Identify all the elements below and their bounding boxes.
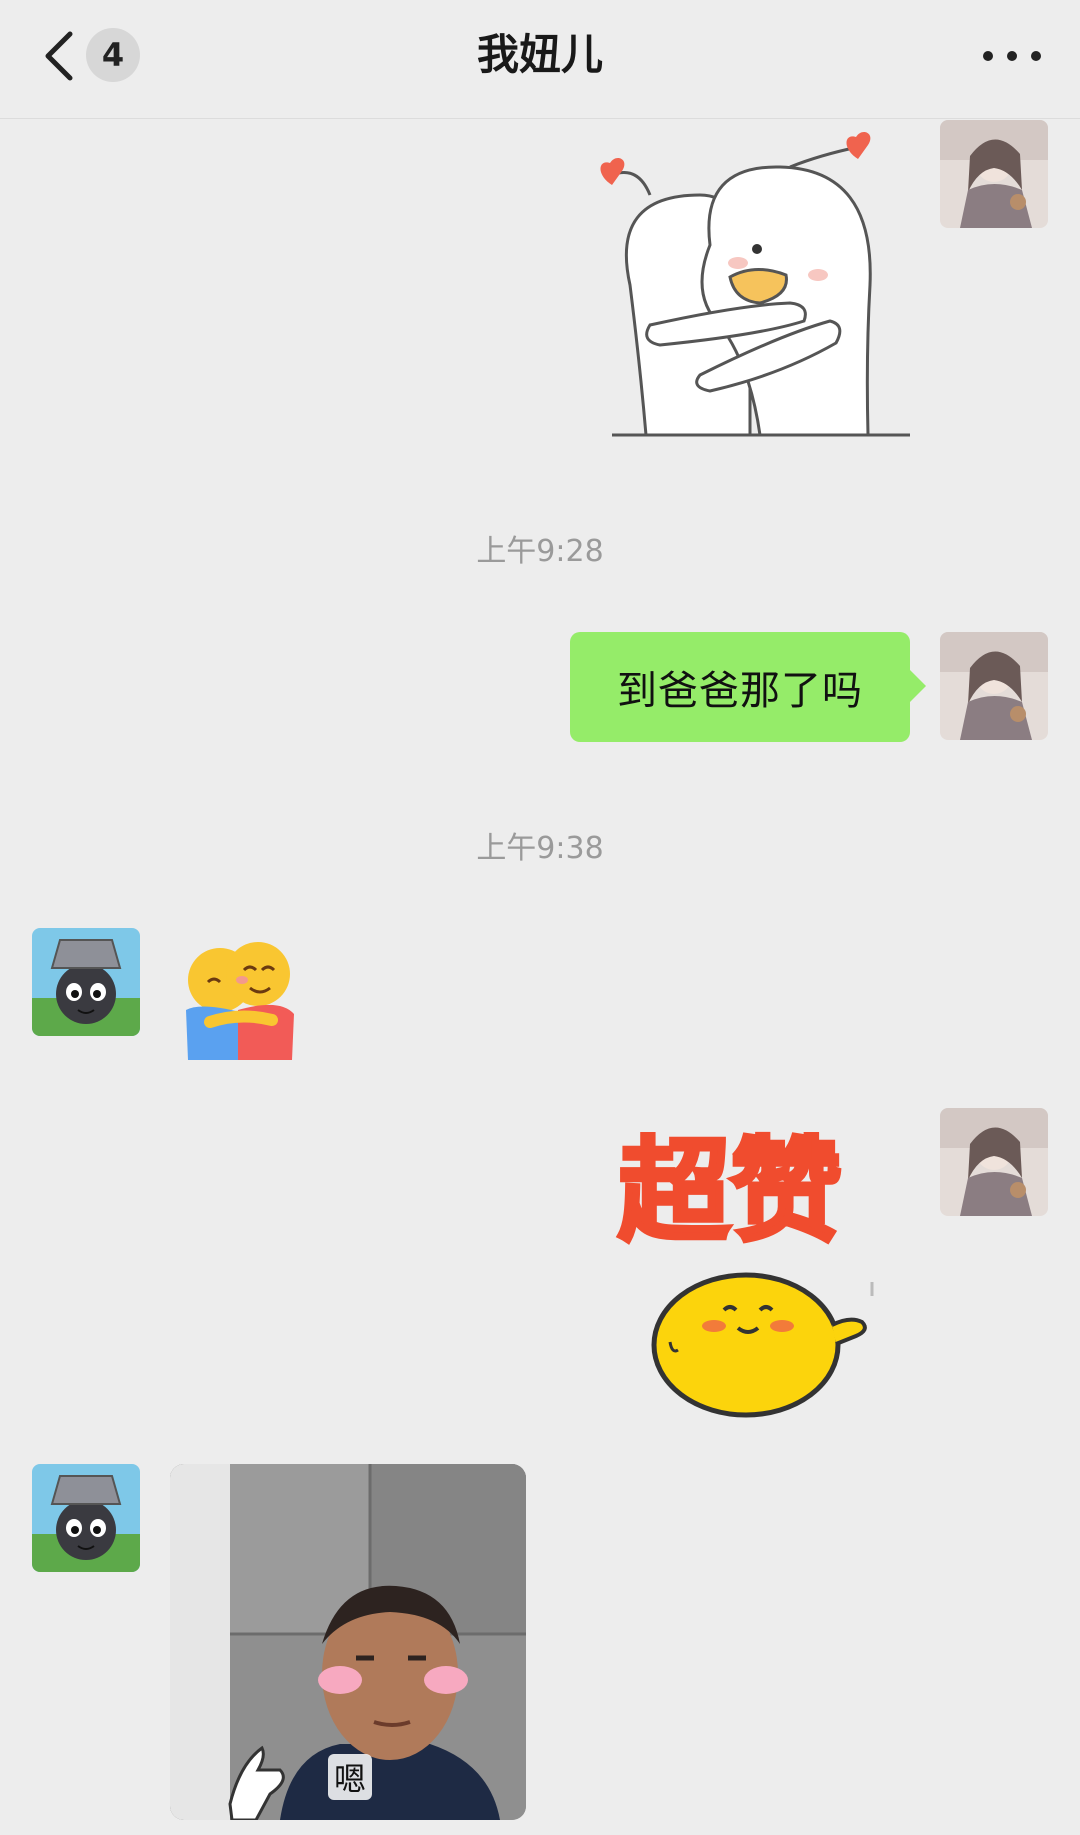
my-avatar[interactable]	[940, 632, 1048, 740]
image-message[interactable]: 嗯	[170, 1464, 526, 1820]
chat-title: 我妞儿	[476, 30, 603, 79]
super-like-sticker[interactable]: 超赞	[610, 1110, 890, 1430]
more-button[interactable]	[974, 32, 1050, 80]
timestamp: 上午9:28	[476, 534, 604, 569]
contact-avatar[interactable]	[32, 1464, 140, 1572]
my-text-bubble[interactable]: 到爸爸那了吗	[570, 632, 926, 742]
more-dots-icon	[983, 51, 1041, 61]
my-avatar[interactable]	[940, 1108, 1048, 1216]
hug-emoji[interactable]	[180, 940, 300, 1064]
my-avatar[interactable]	[940, 120, 1048, 228]
super-like-caption: 超赞	[618, 1127, 842, 1257]
chat-header: 4 我妞儿	[0, 0, 1080, 119]
timestamp: 上午9:38	[476, 831, 604, 866]
contact-avatar[interactable]	[32, 928, 140, 1036]
image-caption: 嗯	[328, 1754, 373, 1800]
hugging-ducks-sticker[interactable]	[590, 125, 920, 445]
